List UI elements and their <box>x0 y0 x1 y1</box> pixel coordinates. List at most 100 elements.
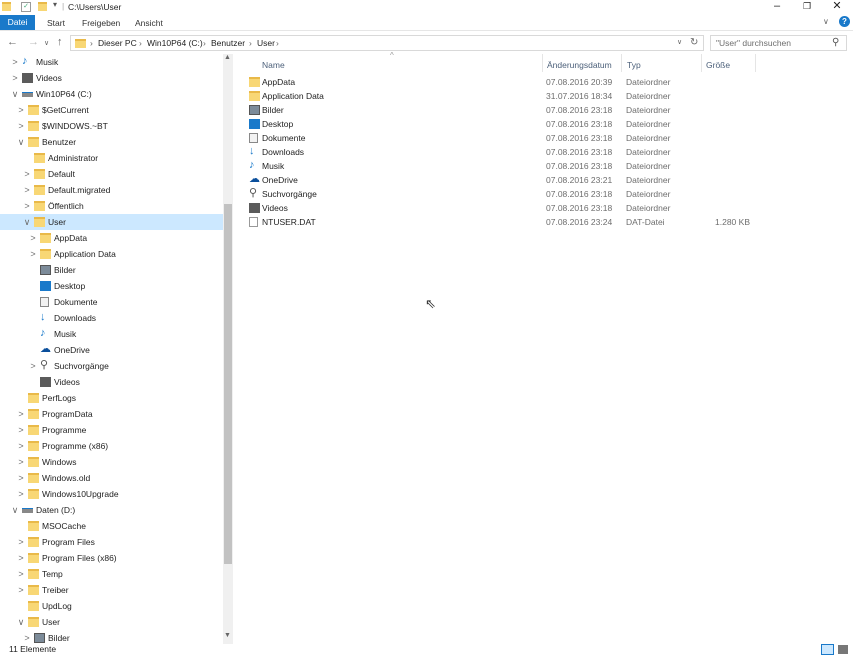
column-header-type[interactable]: Typ <box>627 57 641 73</box>
breadcrumb-separator[interactable]: › <box>249 38 252 48</box>
expand-chevron-icon[interactable]: > <box>16 422 26 438</box>
nav-tree-item[interactable]: ∨ Benutzer <box>0 134 223 150</box>
nav-tree-item[interactable]: > ⚲ Suchvorgänge <box>0 358 223 374</box>
nav-tree-item[interactable]: PerfLogs <box>0 390 223 406</box>
expand-chevron-icon[interactable]: > <box>22 166 32 182</box>
breadcrumb-separator[interactable]: › <box>139 38 142 48</box>
nav-tree-item[interactable]: > Bilder <box>0 630 223 644</box>
column-divider[interactable] <box>621 54 622 72</box>
expand-chevron-icon[interactable]: > <box>16 534 26 550</box>
tab-ansicht[interactable]: Ansicht <box>128 16 170 30</box>
expand-chevron-icon[interactable]: > <box>10 70 20 86</box>
nav-tree-item[interactable]: > Windows10Upgrade <box>0 486 223 502</box>
expand-chevron-icon[interactable]: > <box>16 118 26 134</box>
collapse-chevron-icon[interactable]: ∨ <box>22 214 32 230</box>
nav-tree-item[interactable]: ∨ User <box>0 614 223 630</box>
column-header-size[interactable]: Größe <box>706 57 730 73</box>
ribbon-collapse-icon[interactable]: ∨ <box>823 17 829 26</box>
file-row[interactable]: Application Data 31.07.2016 18:34 Dateiord… <box>245 89 805 103</box>
new-folder-icon[interactable] <box>38 2 47 11</box>
minimize-button[interactable]: – <box>762 0 792 14</box>
breadcrumb-user[interactable]: User <box>257 38 275 48</box>
breadcrumb-separator[interactable]: › <box>90 38 93 48</box>
nav-tree-item[interactable]: > Öffentlich <box>0 198 223 214</box>
nav-tree-item[interactable]: UpdLog <box>0 598 223 614</box>
expand-chevron-icon[interactable]: > <box>16 582 26 598</box>
nav-tree-item[interactable]: > Windows <box>0 454 223 470</box>
collapse-chevron-icon[interactable]: ∨ <box>16 614 26 630</box>
file-row[interactable]: Desktop 07.08.2016 23:18 Dateiordner <box>245 117 805 131</box>
nav-tree-item[interactable]: > $GetCurrent <box>0 102 223 118</box>
search-box[interactable]: "User" durchsuchen ⚲ <box>710 35 847 51</box>
properties-icon[interactable]: ✓ <box>21 2 31 12</box>
nav-tree-item[interactable]: Videos <box>0 374 223 390</box>
expand-chevron-icon[interactable]: > <box>16 566 26 582</box>
nav-tree-item[interactable]: ☁ OneDrive <box>0 342 223 358</box>
refresh-icon[interactable]: ↻ <box>690 37 698 48</box>
close-button[interactable]: ✕ <box>822 0 852 14</box>
file-row[interactable]: Videos 07.08.2016 23:18 Dateiordner <box>245 201 805 215</box>
file-row[interactable]: ⚲ Suchvorgänge 07.08.2016 23:18 Dateiordner <box>245 187 805 201</box>
scroll-up-icon[interactable]: ▲ <box>224 54 231 61</box>
recent-dropdown-icon[interactable]: ∨ <box>44 37 49 51</box>
file-row[interactable]: AppData 07.08.2016 20:39 Dateiordner <box>245 75 805 89</box>
nav-tree-item[interactable]: > ProgramData <box>0 406 223 422</box>
back-arrow-icon[interactable]: ← <box>7 35 18 49</box>
address-dropdown-icon[interactable]: ∨ <box>677 38 682 46</box>
nav-tree-item[interactable]: > $WINDOWS.~BT <box>0 118 223 134</box>
nav-tree-item[interactable]: Dokumente <box>0 294 223 310</box>
expand-chevron-icon[interactable]: > <box>16 406 26 422</box>
search-icon[interactable]: ⚲ <box>832 37 839 48</box>
nav-tree-item[interactable]: Desktop <box>0 278 223 294</box>
expand-chevron-icon[interactable]: > <box>16 550 26 566</box>
search-input[interactable]: "User" durchsuchen <box>716 38 791 48</box>
expand-chevron-icon[interactable]: > <box>28 230 38 246</box>
breadcrumb-drive-c[interactable]: Win10P64 (C:) <box>147 38 203 48</box>
collapse-chevron-icon[interactable]: ∨ <box>10 502 20 518</box>
breadcrumb-separator[interactable]: › <box>276 38 279 48</box>
expand-chevron-icon[interactable]: > <box>16 486 26 502</box>
tab-start[interactable]: Start <box>40 16 72 30</box>
nav-tree-item[interactable]: MSOCache <box>0 518 223 534</box>
up-arrow-icon[interactable]: ↑ <box>57 35 63 49</box>
nav-tree-item[interactable]: Bilder <box>0 262 223 278</box>
scrollbar-thumb[interactable] <box>224 204 232 564</box>
nav-tree-item[interactable]: > Application Data <box>0 246 223 262</box>
expand-chevron-icon[interactable]: > <box>16 102 26 118</box>
expand-chevron-icon[interactable]: > <box>28 358 38 374</box>
nav-tree-item[interactable]: > AppData <box>0 230 223 246</box>
tab-datei[interactable]: Datei <box>0 15 35 30</box>
breadcrumb-separator[interactable]: › <box>203 38 206 48</box>
nav-tree-item[interactable]: > Programme (x86) <box>0 438 223 454</box>
file-row[interactable]: Bilder 07.08.2016 23:18 Dateiordner <box>245 103 805 117</box>
nav-tree-item[interactable]: > Default.migrated <box>0 182 223 198</box>
file-row[interactable]: ↓ Downloads 07.08.2016 23:18 Dateiordner <box>245 145 805 159</box>
nav-tree-item[interactable]: > Program Files <box>0 534 223 550</box>
details-view-icon[interactable] <box>821 644 834 655</box>
column-header-name[interactable]: Name <box>262 57 285 73</box>
file-row[interactable]: ☁ OneDrive 07.08.2016 23:21 Dateiordner <box>245 173 805 187</box>
file-row[interactable]: NTUSER.DAT 07.08.2016 23:24 DAT-Datei 1.280… <box>245 215 805 229</box>
large-icons-view-icon[interactable] <box>838 645 848 654</box>
column-divider[interactable] <box>542 54 543 72</box>
nav-tree-item[interactable]: > Treiber <box>0 582 223 598</box>
breadcrumb-benutzer[interactable]: Benutzer <box>211 38 245 48</box>
nav-tree-item[interactable]: > Videos <box>0 70 223 86</box>
nav-tree-item[interactable]: > Default <box>0 166 223 182</box>
expand-chevron-icon[interactable]: > <box>28 246 38 262</box>
nav-tree-item[interactable]: > Programme <box>0 422 223 438</box>
nav-tree-item[interactable]: ∨ Win10P64 (C:) <box>0 86 223 102</box>
expand-chevron-icon[interactable]: > <box>22 630 32 644</box>
nav-tree-item[interactable]: > Temp <box>0 566 223 582</box>
help-icon[interactable]: ? <box>839 16 850 27</box>
column-divider[interactable] <box>755 54 756 72</box>
collapse-chevron-icon[interactable]: ∨ <box>10 86 20 102</box>
nav-tree-item[interactable]: ↓ Downloads <box>0 310 223 326</box>
expand-chevron-icon[interactable]: > <box>16 438 26 454</box>
address-bar[interactable]: › Dieser PC › Win10P64 (C:) › Benutzer ›… <box>70 35 704 51</box>
expand-chevron-icon[interactable]: > <box>16 470 26 486</box>
expand-chevron-icon[interactable]: > <box>16 454 26 470</box>
maximize-button[interactable]: ❐ <box>792 0 822 14</box>
expand-chevron-icon[interactable]: > <box>22 182 32 198</box>
file-row[interactable]: ♪ Musik 07.08.2016 23:18 Dateiordner <box>245 159 805 173</box>
